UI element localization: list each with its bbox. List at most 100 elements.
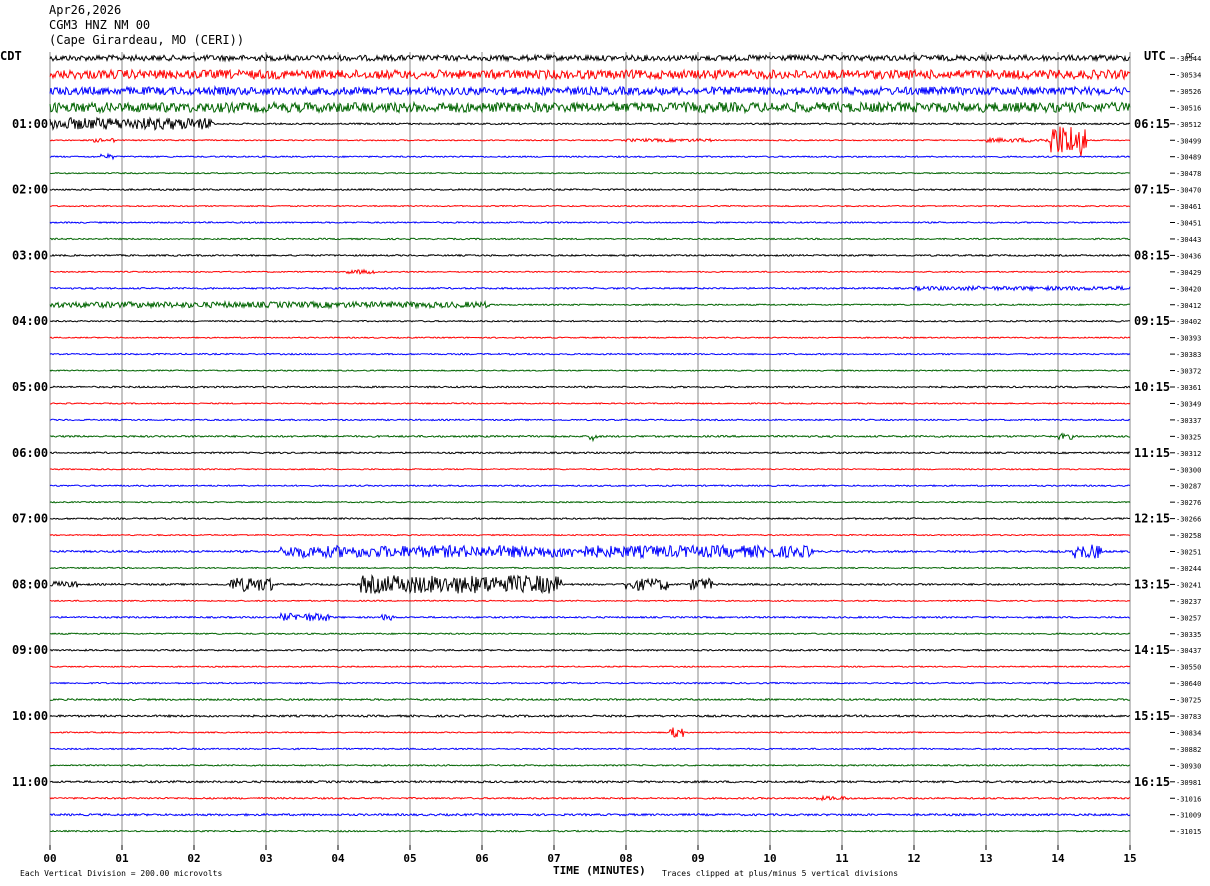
trace-row [49, 747, 1130, 751]
dc-value: -30402 [1176, 318, 1201, 326]
dc-value: -30470 [1176, 187, 1201, 195]
dc-value: -30461 [1176, 203, 1201, 211]
trace-row [49, 648, 1131, 652]
dc-value: -30244 [1176, 565, 1201, 573]
trace-row [49, 599, 1131, 603]
dc-value: -30276 [1176, 499, 1201, 507]
trace-row [49, 484, 1131, 488]
dc-value: -31015 [1176, 828, 1201, 836]
trace-row [49, 451, 1131, 455]
trace-row [49, 237, 1131, 241]
x-tick-label: 03 [259, 852, 272, 865]
utc-hour-label: 06:15 [1134, 117, 1170, 131]
cdt-hour-label: 11:00 [12, 775, 48, 789]
cdt-hour-label: 10:00 [12, 709, 48, 723]
cdt-hour-label: 07:00 [12, 512, 48, 526]
dc-value: -30383 [1176, 351, 1201, 359]
trace-row [49, 299, 1131, 310]
dc-value: -30337 [1176, 417, 1201, 425]
dc-value: -30512 [1176, 121, 1201, 129]
cdt-hour-label: 06:00 [12, 446, 48, 460]
trace-row [49, 352, 1131, 356]
dc-value: -30516 [1176, 104, 1201, 112]
dc-value: -30258 [1176, 532, 1201, 540]
dc-value: -30834 [1176, 729, 1201, 737]
trace-row [49, 681, 1131, 685]
trace-row [49, 779, 1131, 784]
trace-row [49, 697, 1131, 702]
x-tick-label: 10 [763, 852, 776, 865]
utc-hour-label: 15:15 [1134, 709, 1170, 723]
trace-row [49, 268, 1131, 275]
utc-hour-label: 09:15 [1134, 314, 1170, 328]
trace-row [49, 68, 1131, 81]
dc-value: -30372 [1176, 368, 1201, 376]
x-tick-label: 00 [43, 852, 56, 865]
dc-value: -30436 [1176, 252, 1201, 260]
trace-row [50, 665, 1131, 668]
dc-value: -30443 [1176, 236, 1201, 244]
trace-row [49, 829, 1131, 833]
helicorder-chart: 00 01 02 03 04 05 06 07 08 09 10 11 12 13 14 15-30544-3… [0, 49, 1201, 878]
cdt-hour-label: 03:00 [12, 248, 48, 262]
dc-value: -30783 [1176, 713, 1201, 721]
trace-row [49, 402, 1131, 405]
dc-value: -30534 [1176, 71, 1201, 79]
trace-row [49, 84, 1131, 97]
trace-row [49, 611, 1131, 622]
trace-row [49, 187, 1130, 192]
trace-row [50, 516, 1131, 521]
dc-value: -30526 [1176, 88, 1201, 96]
dc-value: -30266 [1176, 516, 1201, 524]
utc-hour-label: 13:15 [1134, 577, 1170, 591]
time-gridlines [49, 52, 1131, 850]
trace-row [49, 385, 1131, 389]
dc-value: -30241 [1176, 581, 1201, 589]
cdt-hour-label: 09:00 [12, 643, 48, 657]
trace-row [49, 500, 1131, 504]
trace-row [49, 794, 1131, 802]
left-axis-label: CDT [0, 49, 22, 63]
trace-row [49, 727, 1131, 738]
dc-value: -30287 [1176, 483, 1201, 491]
trace-row [49, 418, 1131, 422]
cdt-hour-label: 04:00 [12, 314, 48, 328]
dc-value: -30640 [1176, 680, 1201, 688]
cdt-hour-label: 01:00 [12, 117, 48, 131]
trace-row [49, 533, 1131, 537]
trace-row [49, 284, 1131, 293]
dc-value: -30237 [1176, 598, 1201, 606]
trace-row [49, 204, 1131, 208]
trace-row [49, 126, 1131, 156]
trace-row [49, 763, 1131, 767]
dc-value: -30550 [1176, 664, 1201, 672]
trace-row [49, 53, 1131, 63]
trace-row [49, 573, 1131, 595]
trace-row [49, 152, 1131, 161]
x-tick-label: 02 [187, 852, 200, 865]
dc-value: -30930 [1176, 762, 1201, 770]
dc-value: -30429 [1176, 269, 1201, 277]
x-tick-label: 15 [1123, 852, 1136, 865]
utc-hour-label: 10:15 [1134, 380, 1170, 394]
dc-value: -30981 [1176, 779, 1201, 787]
x-axis-title: TIME (MINUTES) [553, 864, 646, 877]
trace-row [49, 171, 1131, 175]
dc-value: -30451 [1176, 220, 1201, 228]
x-tick-label: 14 [1051, 852, 1065, 865]
x-tick-label: 05 [403, 852, 416, 865]
x-tick-label: 12 [907, 852, 920, 865]
trace-row [49, 253, 1131, 258]
vertical-division-note: Each Vertical Division = 200.00 microvol… [20, 869, 222, 878]
dc-value: -30499 [1176, 137, 1201, 145]
trace-row [49, 369, 1131, 372]
trace-row [49, 336, 1131, 339]
trace-row [49, 713, 1131, 719]
trace-row [49, 432, 1131, 443]
dc-value: -30437 [1176, 647, 1201, 655]
utc-hour-label: 12:15 [1134, 512, 1170, 526]
dc-value: -30420 [1176, 285, 1201, 293]
dc-value: -30257 [1176, 614, 1201, 622]
right-axis-label: UTC [1144, 49, 1166, 63]
dc-value: -30412 [1176, 302, 1201, 310]
